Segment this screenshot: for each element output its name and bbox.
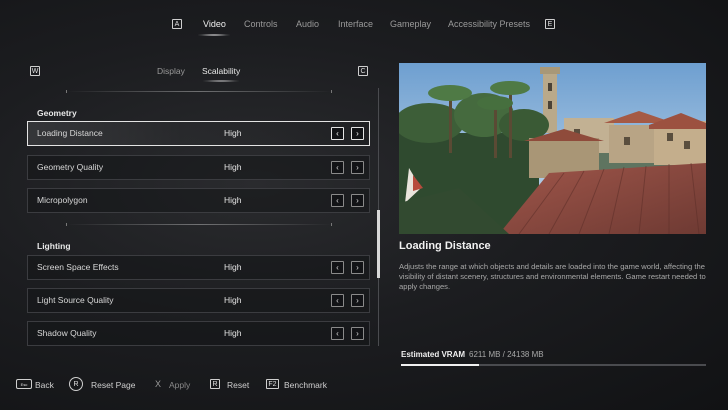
chevron-left-icon[interactable]: ‹ — [331, 194, 344, 207]
reset-button[interactable]: Reset — [227, 380, 249, 391]
next-subtab-key-icon[interactable]: C — [358, 66, 368, 76]
setting-label: Geometry Quality — [37, 162, 104, 172]
setting-value: High — [224, 328, 242, 338]
setting-row-geometry-quality[interactable]: Geometry Quality High ‹ › — [27, 155, 370, 180]
setting-value: High — [224, 195, 242, 205]
r-button-icon: R — [69, 377, 83, 391]
prev-subtab-key-icon[interactable]: W — [30, 66, 40, 76]
tab-video[interactable]: Video — [203, 15, 226, 33]
setting-value: High — [224, 262, 242, 272]
chevron-left-icon[interactable]: ‹ — [331, 261, 344, 274]
setting-row-light-source-quality[interactable]: Light Source Quality High ‹ › — [27, 288, 370, 313]
setting-row-screen-space-effects[interactable]: Screen Space Effects High ‹ › — [27, 255, 370, 280]
preview-image — [399, 63, 706, 234]
setting-label: Light Source Quality — [37, 295, 114, 305]
chevron-right-icon[interactable]: › — [351, 161, 364, 174]
detail-description: Adjusts the range at which objects and d… — [399, 262, 706, 291]
chevron-right-icon[interactable]: › — [351, 127, 364, 140]
setting-label: Micropolygon — [37, 195, 88, 205]
subtab-display[interactable]: Display — [157, 65, 185, 77]
setting-value: High — [224, 162, 242, 172]
tab-audio[interactable]: Audio — [296, 15, 319, 33]
detail-title: Loading Distance — [399, 240, 491, 252]
vram-value: 6211 MB / 24138 MB — [469, 350, 544, 359]
chevron-left-icon[interactable]: ‹ — [331, 294, 344, 307]
chevron-left-icon[interactable]: ‹ — [331, 327, 344, 340]
x-key-icon: X — [154, 379, 161, 389]
setting-label: Shadow Quality — [37, 328, 97, 338]
vram-bar-fill — [401, 364, 480, 366]
scrollbar-thumb[interactable] — [377, 210, 380, 278]
tab-gameplay[interactable]: Gameplay — [390, 15, 431, 33]
active-subtab-indicator — [203, 80, 239, 82]
chevron-right-icon[interactable]: › — [351, 327, 364, 340]
esc-key-icon: Esc — [16, 379, 32, 389]
chevron-right-icon[interactable]: › — [351, 261, 364, 274]
chevron-right-icon[interactable]: › — [351, 294, 364, 307]
section-title-geometry: Geometry — [37, 108, 77, 118]
benchmark-button[interactable]: Benchmark — [284, 380, 327, 391]
section-divider — [66, 223, 332, 226]
chevron-left-icon[interactable]: ‹ — [331, 127, 344, 140]
top-nav: A Video Controls Audio Interface Gamepla… — [0, 15, 728, 33]
subtab-scalability[interactable]: Scalability — [202, 65, 240, 77]
setting-value: High — [224, 128, 242, 138]
vram-bar — [401, 364, 706, 366]
r-key-icon: R — [210, 379, 220, 389]
tab-accessibility-presets[interactable]: Accessibility Presets — [448, 15, 530, 33]
active-tab-indicator — [198, 34, 230, 36]
section-title-lighting: Lighting — [37, 241, 71, 251]
tab-interface[interactable]: Interface — [338, 15, 373, 33]
setting-row-micropolygon[interactable]: Micropolygon High ‹ › — [27, 188, 370, 213]
back-button[interactable]: Back — [35, 380, 54, 391]
tab-controls[interactable]: Controls — [244, 15, 278, 33]
setting-row-loading-distance[interactable]: Loading Distance High ‹ › — [27, 121, 370, 146]
setting-value: High — [224, 295, 242, 305]
chevron-right-icon[interactable]: › — [351, 194, 364, 207]
vram-label: Estimated VRAM — [401, 350, 466, 359]
prev-tab-key-icon[interactable]: A — [172, 19, 182, 29]
setting-label: Loading Distance — [37, 128, 103, 138]
f2-key-icon: F2 — [266, 379, 279, 389]
section-divider — [66, 90, 332, 93]
setting-label: Screen Space Effects — [37, 262, 119, 272]
next-tab-key-icon[interactable]: E — [545, 19, 555, 29]
chevron-left-icon[interactable]: ‹ — [331, 161, 344, 174]
vram-readout: Estimated VRAM 6211 MB / 24138 MB — [401, 350, 544, 359]
reset-page-button[interactable]: Reset Page — [91, 380, 135, 391]
setting-row-shadow-quality[interactable]: Shadow Quality High ‹ › — [27, 321, 370, 346]
apply-button[interactable]: Apply — [169, 380, 190, 391]
